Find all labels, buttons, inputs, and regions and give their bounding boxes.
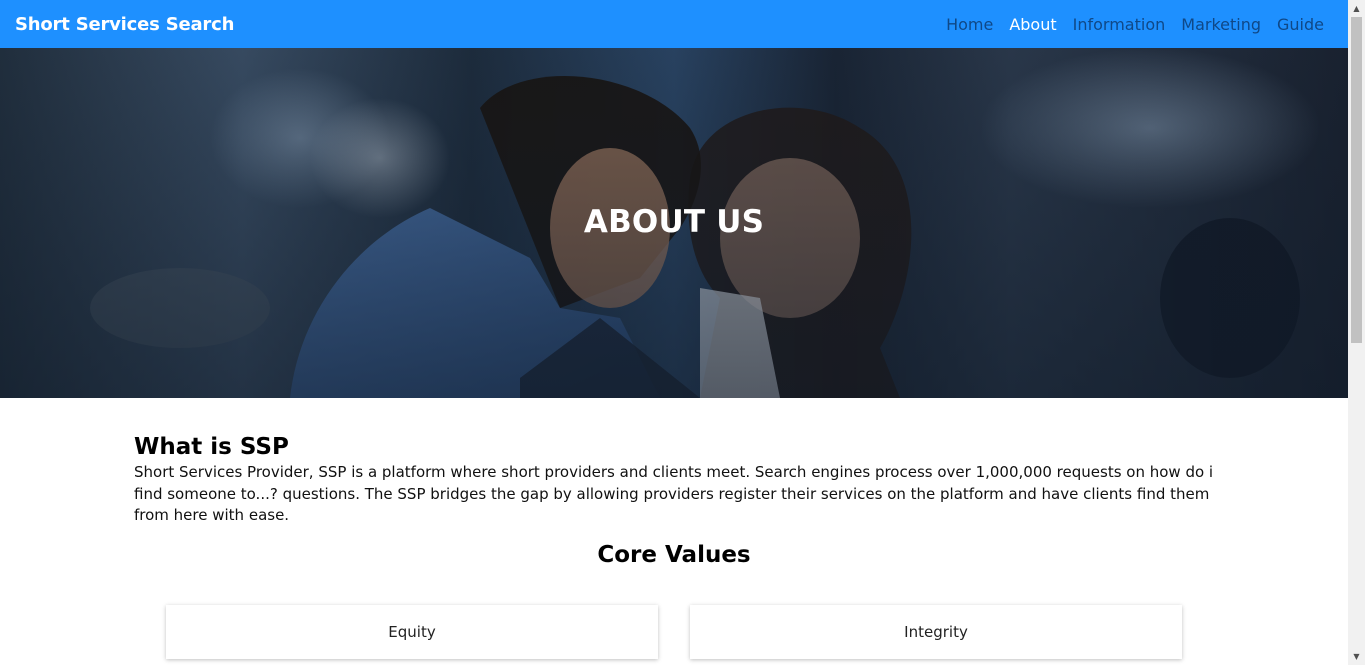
hero-banner: ABOUT US [0,48,1348,398]
vertical-scrollbar[interactable]: ▲ ▼ [1348,0,1365,665]
scroll-up-arrow-icon[interactable]: ▲ [1348,0,1365,17]
nav-link-information[interactable]: Information [1065,15,1174,34]
page: Short Services Search Home About Informa… [0,0,1348,665]
brand-logo-text[interactable]: Short Services Search [15,14,234,35]
core-values-heading: Core Values [597,542,751,568]
nav-link-about[interactable]: About [1001,15,1064,34]
nav-link-home[interactable]: Home [938,15,1001,34]
scroll-down-arrow-icon[interactable]: ▼ [1348,648,1365,665]
nav-link-guide[interactable]: Guide [1269,15,1332,34]
hero-title: ABOUT US [583,204,765,240]
scrollbar-thumb[interactable] [1351,17,1362,343]
nav-menu: Home About Information Marketing Guide [938,15,1332,34]
core-value-card-integrity: Integrity [690,605,1182,659]
about-heading: What is SSP [134,434,289,460]
navbar: Short Services Search Home About Informa… [0,0,1348,48]
nav-link-marketing[interactable]: Marketing [1173,15,1269,34]
about-section: What is SSP Short Services Provider, SSP… [134,432,1214,527]
core-value-card-equity: Equity [166,605,658,659]
about-description: Short Services Provider, SSP is a platfo… [134,463,1214,524]
